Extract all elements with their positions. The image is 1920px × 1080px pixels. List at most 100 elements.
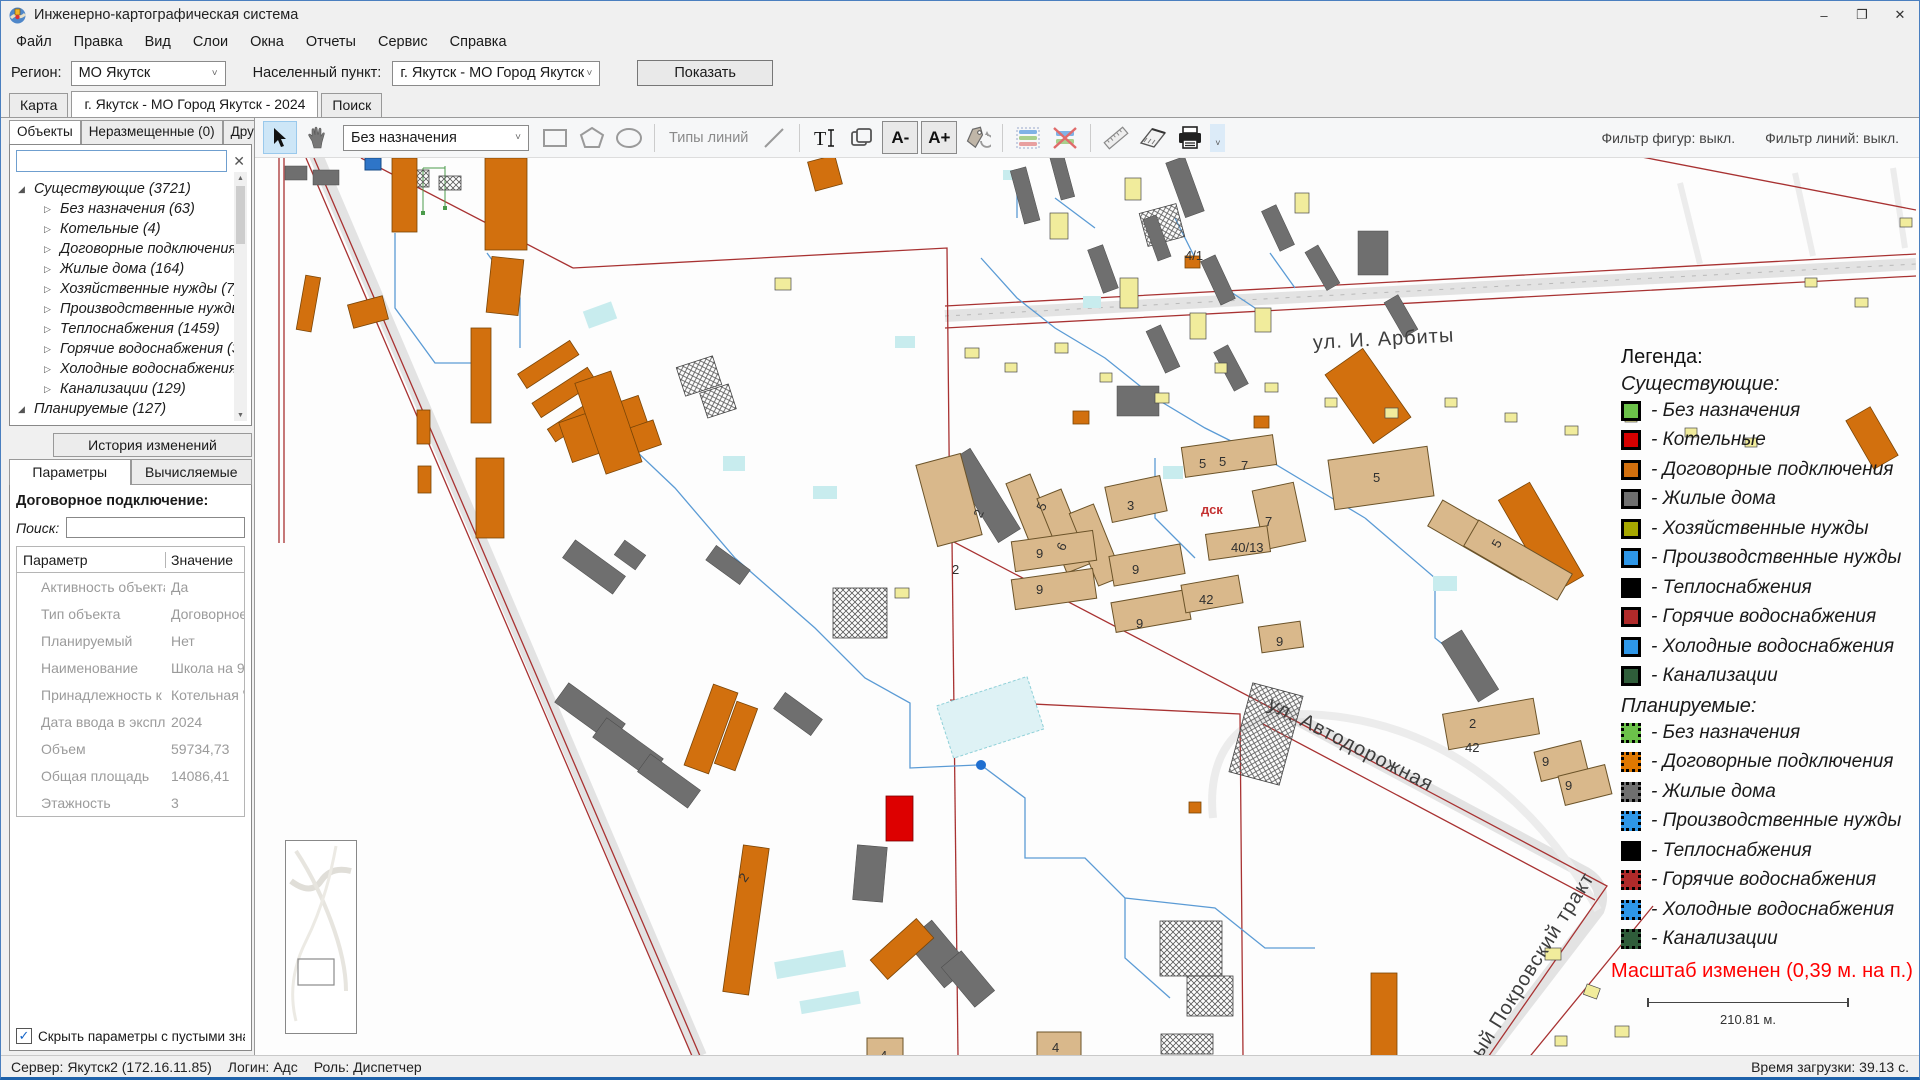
printer-icon [1176,125,1204,151]
legend-item-label: - Договорные подключения [1651,751,1893,773]
layers-visible-button[interactable] [1011,121,1045,154]
font-increase-button[interactable]: A+ [921,121,957,154]
table-row[interactable]: Активность объектаДа [17,573,244,600]
menu-item[interactable]: Отчеты [295,31,367,53]
collapse-icon[interactable]: ▷ [44,344,54,355]
minimize-icon[interactable]: – [1805,1,1843,29]
tree-item[interactable]: ▷Жилые дома (164) [44,259,233,279]
tree-item[interactable]: ▷Канализации (129) [44,379,233,399]
scroll-down-icon[interactable]: ▼ [237,409,244,421]
tab-computed[interactable]: Вычисляемые [131,459,253,485]
print-button[interactable] [1173,121,1207,154]
toolbar-overflow-button[interactable]: ˅ [1210,124,1225,152]
menu-item[interactable]: Справка [439,31,518,53]
collapse-icon[interactable]: ▷ [44,324,54,335]
window-title: Инженерно-картографическая система [34,7,298,23]
hide-empty-checkbox[interactable]: ✓ [16,1028,32,1044]
tab-parameters[interactable]: Параметры [9,459,131,485]
clear-search-icon[interactable]: ✕ [231,153,247,170]
tree-item-existing[interactable]: ◢ Существующие (3721) [18,179,233,199]
legend-swatch [1621,929,1641,949]
parameters-table: Параметр Значение Активность объектаДаТи… [16,546,245,817]
tree-item[interactable]: ▷Без назначения (63) [44,199,233,219]
column-parameter[interactable]: Параметр [17,552,165,568]
collapse-icon[interactable]: ▷ [44,264,54,275]
table-row[interactable]: НаименованиеШкола на 990 м [17,654,244,681]
menu-item[interactable]: Слои [182,31,239,53]
param-search-input[interactable] [66,517,245,538]
tab-history[interactable]: История изменений [53,433,252,457]
collapse-icon[interactable]: ▷ [44,284,54,295]
expand-icon[interactable]: ◢ [18,404,28,415]
settlement-select[interactable]: г. Якутск - МО Город Якутск ˅ [392,61,600,86]
draw-rectangle-button[interactable] [538,121,572,154]
layer-type-select[interactable]: Без назначения ˅ [343,125,529,151]
draw-ellipse-button[interactable] [612,121,646,154]
tab-search[interactable]: Поиск [321,93,382,117]
scroll-up-icon[interactable]: ▲ [237,172,244,184]
region-select[interactable]: МО Якутск ˅ [71,61,226,86]
map-canvas[interactable]: ул. И. Арбитыул. Автодорожнаяый Покровск… [255,158,1919,1055]
tree-item[interactable]: ▷Котельные (4) [44,219,233,239]
table-row[interactable]: ПланируемыйНет [17,627,244,654]
tab-unplaced[interactable]: Неразмещенные (0) [81,120,223,144]
menu-item[interactable]: Вид [134,31,182,53]
chevron-down-icon: ˅ [587,68,593,79]
menu-item[interactable]: Правка [63,31,134,53]
draw-polygon-button[interactable] [575,121,609,154]
table-row[interactable]: Тип объектаДоговорное под [17,600,244,627]
tree-item[interactable]: ▷Хозяйственные нужды (7) [44,279,233,299]
tab-objects[interactable]: Объекты [9,120,81,144]
menu-item[interactable]: Сервис [367,31,439,53]
chevron-down-icon: ˅ [212,68,218,79]
collapse-icon[interactable]: ▷ [44,204,54,215]
title-bar: Инженерно-картографическая система – ❐ ✕ [1,1,1919,29]
tab-city-2024[interactable]: г. Якутск - МО Город Якутск - 2024 [71,91,318,117]
tree-item[interactable]: ▷Теплоснабжения (1459) [44,319,233,339]
menu-item[interactable]: Окна [239,31,295,53]
line-icon [762,126,786,150]
close-icon[interactable]: ✕ [1881,1,1919,29]
tab-map[interactable]: Карта [9,93,68,117]
collapse-icon[interactable]: ▷ [44,364,54,375]
text-tool-button[interactable]: T [808,121,842,154]
tree-item[interactable]: ▷Договорные подключения (178) [44,239,233,259]
font-decrease-button[interactable]: A- [882,121,918,154]
objects-search-input[interactable] [16,150,227,172]
expand-icon[interactable]: ◢ [18,184,28,195]
table-row[interactable]: Общая площадь14086,41 [17,762,244,789]
tree-item[interactable]: ▷Без назначения (3) [44,419,233,421]
tree-item[interactable]: ▷Горячие водоснабжения (343) [44,339,233,359]
tree-scrollbar[interactable]: ▲ ▼ [234,172,247,421]
collapse-icon[interactable]: ▷ [44,224,54,235]
table-row[interactable]: Дата ввода в эксплуат2024 [17,708,244,735]
show-button[interactable]: Показать [637,60,773,86]
param-value: 2024 [165,714,244,730]
layers-hidden-button[interactable] [1048,121,1082,154]
tree-item-label: Производственные нужды (27) [60,301,247,317]
labels-refresh-button[interactable] [960,121,994,154]
legend-swatch [1621,430,1641,450]
collapse-icon[interactable]: ▷ [44,304,54,315]
table-row[interactable]: Этажность3 [17,789,244,816]
table-row[interactable]: Принадлежность к коКотельная "ДСК [17,681,244,708]
maximize-icon[interactable]: ❐ [1843,1,1881,29]
pan-tool-button[interactable] [300,121,334,154]
collapse-icon[interactable]: ▷ [44,244,54,255]
collapse-icon[interactable]: ▷ [44,384,54,395]
overview-minimap[interactable] [285,840,357,1034]
table-row[interactable]: Объем59734,73 [17,735,244,762]
tree-item[interactable]: ▷Производственные нужды (27) [44,299,233,319]
menu-item[interactable]: Файл [5,31,63,53]
column-value[interactable]: Значение [165,552,244,568]
objects-panel-tabs: Объекты Неразмещенные (0) Другие [9,120,252,144]
draw-line-button[interactable] [757,121,791,154]
select-tool-button[interactable] [263,121,297,154]
measure-tape-button[interactable] [1136,121,1170,154]
tree-item-planned[interactable]: ◢ Планируемые (127) [18,399,233,419]
scroll-thumb[interactable] [236,186,245,244]
duplicate-button[interactable] [845,121,879,154]
tree-item[interactable]: ▷Холодные водоснабжения (1347) [44,359,233,379]
param-value: Да [165,579,244,595]
ruler-button[interactable] [1099,121,1133,154]
